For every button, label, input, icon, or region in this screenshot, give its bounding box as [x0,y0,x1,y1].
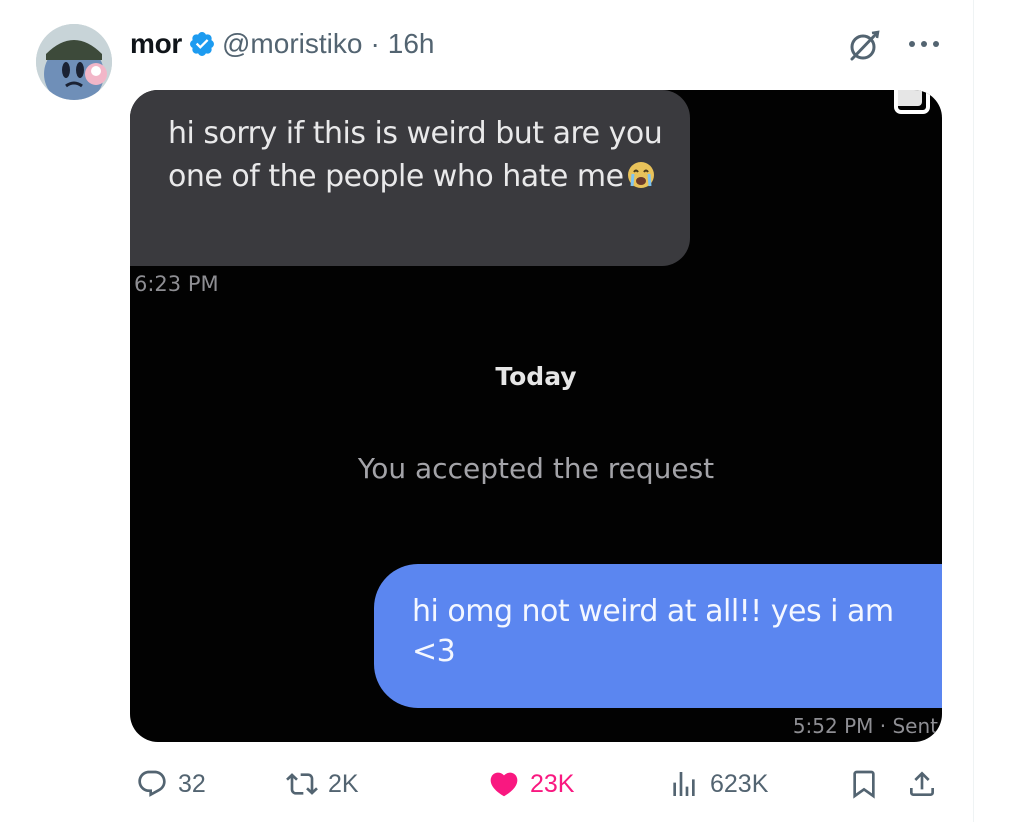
repost-icon [286,773,318,795]
crying-emoji-icon [627,162,654,188]
bookmark-icon [853,770,875,799]
outgoing-message-status: 5:52 PM · Sent [792,714,938,738]
views-count: 623K [710,769,769,798]
system-message: You accepted the request [357,452,715,485]
tweet-actions-bar: 32 2K 23K 623K [130,760,950,808]
repost-button[interactable]: 2K [286,764,359,804]
heart-icon [490,772,518,797]
incoming-message-bubble: hi sorry if this is weird but are you on… [130,90,690,266]
timestamp[interactable]: 16h [388,28,435,60]
tweet-image[interactable]: hi sorry if this is weird but are you on… [130,90,942,742]
verified-badge-icon [190,32,214,56]
reply-icon [138,770,166,797]
incoming-message-time: 6:23 PM [134,272,219,296]
outgoing-message-bubble: hi omg not weird at all!! yes i am <3 [374,564,942,708]
outgoing-message-text: hi omg not weird at all!! yes i am <3 [412,594,894,669]
tweet-header: mor @moristiko · 16h [130,28,434,60]
share-button[interactable] [906,764,948,804]
views-button[interactable]: 623K [668,764,768,804]
avatar-image [36,24,112,100]
date-divider: Today [495,362,577,391]
reply-button[interactable]: 32 [136,764,206,804]
bookmark-button[interactable] [848,764,890,804]
views-icon [673,772,695,796]
incoming-message-text: hi sorry if this is weird but are you on… [168,116,663,194]
more-options-icon[interactable] [906,38,942,50]
separator-dot: · [370,28,380,59]
avatar[interactable] [36,24,112,100]
tweet-card: mor @moristiko · 16h hi sorry if this is… [0,0,974,822]
display-name[interactable]: mor [130,28,182,60]
repost-count: 2K [328,769,359,798]
like-button[interactable]: 23K [488,764,574,804]
reply-count: 32 [178,769,206,798]
screenshot-corner-icon [894,90,930,114]
share-icon [910,771,934,796]
handle[interactable]: @moristiko [222,28,362,60]
like-count: 23K [530,769,575,798]
grok-icon[interactable] [846,28,882,64]
